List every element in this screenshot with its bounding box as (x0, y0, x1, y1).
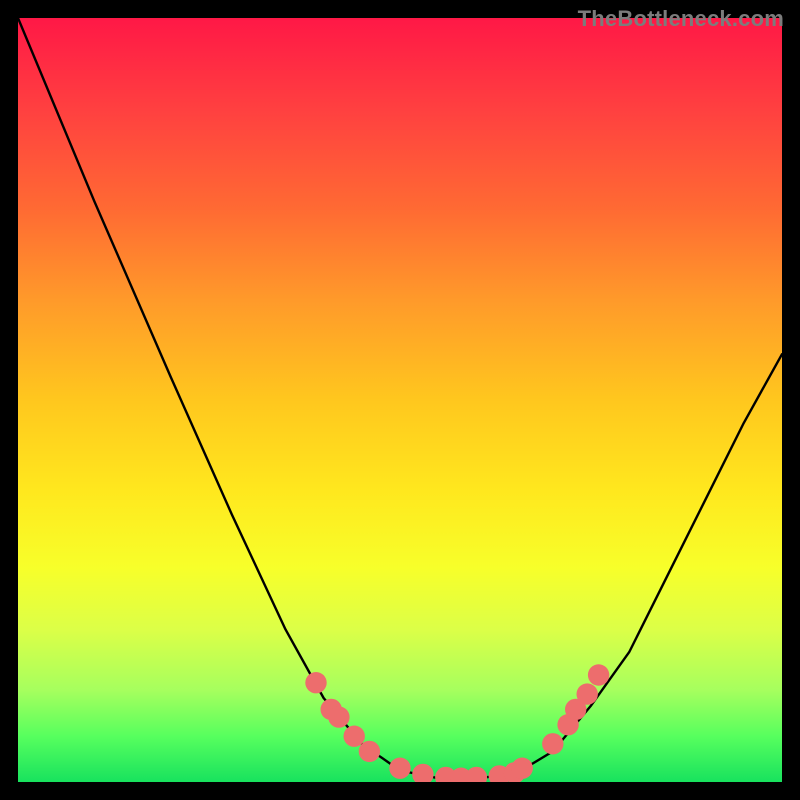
marker-dot (512, 758, 533, 779)
marker-dot (588, 664, 609, 685)
chart-overlay-svg (18, 18, 782, 782)
marker-dot (328, 706, 349, 727)
marker-dot (389, 758, 410, 779)
marker-dot (344, 726, 365, 747)
marker-dot (466, 767, 487, 782)
marker-dot (305, 672, 326, 693)
marker-dot (542, 733, 563, 754)
marker-dot (359, 741, 380, 762)
watermark-text: TheBottleneck.com (578, 6, 784, 32)
chart-plot-area (18, 18, 782, 782)
bottleneck-curve (18, 18, 782, 778)
marker-group (305, 664, 609, 782)
marker-dot (577, 683, 598, 704)
marker-dot (412, 764, 433, 782)
chart-frame: TheBottleneck.com (0, 0, 800, 800)
